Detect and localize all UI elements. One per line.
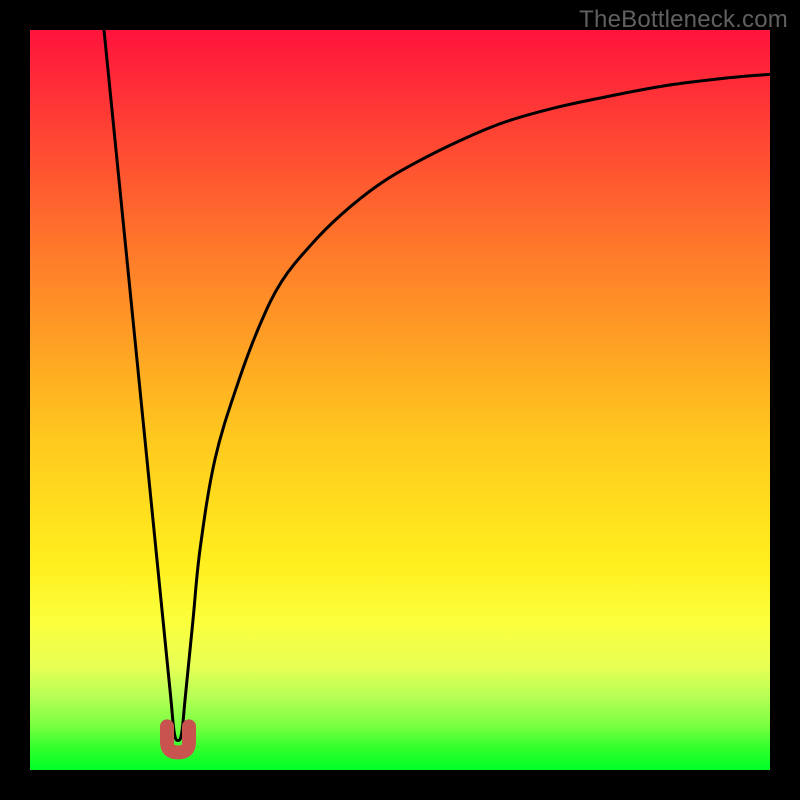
bottleneck-curve: [104, 30, 770, 740]
watermark-text: TheBottleneck.com: [579, 6, 788, 34]
plot-area: [30, 30, 770, 770]
curve-layer: [30, 30, 770, 770]
chart-frame: TheBottleneck.com: [0, 0, 800, 800]
